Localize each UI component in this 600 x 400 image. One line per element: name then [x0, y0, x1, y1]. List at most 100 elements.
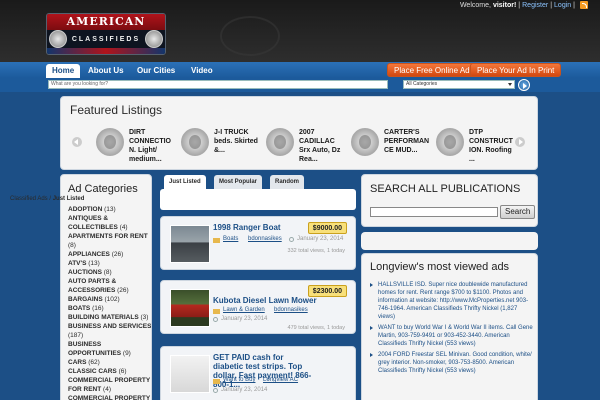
featured-item-title: CARTER'S PERFORMAN CE MUD... — [384, 129, 430, 154]
category-count: (13) — [104, 206, 116, 213]
nav-home[interactable]: Home — [46, 64, 81, 78]
category-item[interactable]: (8) — [68, 241, 151, 250]
category-select-value: All Categories — [406, 81, 438, 87]
nav-video[interactable]: Video — [185, 64, 219, 78]
category-item[interactable]: (187) — [68, 331, 151, 340]
category-select[interactable]: All Categories — [403, 80, 515, 89]
ad-title[interactable]: GET PAID cash for diabetic test strips. … — [213, 353, 313, 389]
ad-category[interactable]: Boats — [223, 236, 238, 242]
category-item[interactable]: BUSINESS AND SERVICES — [68, 322, 151, 331]
category-name: AUTO PARTS & — [68, 278, 117, 285]
featured-item-title: 2007 CADILLAC Srx Auto, Dz Rea... — [299, 129, 341, 163]
ad-title[interactable]: Kubota Diesel Lawn Mower — [213, 296, 317, 305]
featured-item[interactable]: J-I TRUCK beds. Skirted &... — [181, 128, 265, 164]
category-item[interactable]: BOATS (16) — [68, 304, 151, 313]
listing-tabs: Just Listed Most Popular Random — [164, 175, 354, 189]
category-count: (102) — [104, 296, 120, 303]
ad-thumbnail[interactable] — [170, 355, 210, 393]
category-item[interactable]: BARGAINS (102) — [68, 295, 151, 304]
featured-item[interactable]: CARTER'S PERFORMAN CE MUD... — [351, 128, 435, 164]
category-item[interactable]: ADOPTION (13) — [68, 205, 151, 214]
category-item[interactable]: CLASSIC CARS (6) — [68, 367, 151, 376]
prev-arrow-icon[interactable] — [72, 137, 82, 147]
category-item[interactable]: COMMERCIAL PROPERTY — [68, 394, 151, 400]
category-count: (26) — [111, 251, 124, 258]
category-item[interactable]: ATV'S (13) — [68, 259, 151, 268]
place-free-ad-button[interactable]: Place Free Online Ad — [387, 63, 477, 77]
register-link[interactable]: Register — [522, 2, 548, 9]
featured-thumbnail — [96, 128, 124, 156]
category-count: (26) — [117, 287, 129, 294]
category-name: AUCTIONS — [68, 269, 102, 276]
ad-card[interactable]: 1998 Ranger Boat $9000.00 Boats bdonnasi… — [160, 216, 356, 270]
search-go-button[interactable] — [518, 79, 530, 91]
ad-card[interactable]: GET PAID cash for diabetic test strips. … — [160, 346, 356, 400]
folder-icon — [213, 379, 220, 384]
category-item[interactable]: OPPORTUNITIES (9) — [68, 349, 151, 358]
folder-icon — [213, 309, 220, 314]
ad-category[interactable]: Want to Buy — [223, 377, 255, 383]
featured-item[interactable]: DIRT CONNECTIO N. Light/ medium... — [96, 128, 180, 164]
ad-title[interactable]: 1998 Ranger Boat — [213, 223, 281, 232]
featured-title: Featured Listings — [70, 103, 163, 117]
place-print-ad-button[interactable]: Place Your Ad In Print — [470, 63, 562, 77]
publications-search-button[interactable]: Search — [500, 205, 536, 219]
clock-icon — [289, 237, 294, 242]
ad-card[interactable]: $2300.00 Kubota Diesel Lawn Mower Lawn &… — [160, 280, 356, 334]
category-item[interactable]: ANTIQUES & — [68, 214, 151, 223]
featured-item-title: DTP CONSTRUCT ION. Roofing ... — [469, 129, 513, 163]
categories-title: Ad Categories — [68, 183, 138, 195]
ad-views: 332 total views, 1 today — [287, 248, 345, 254]
category-name: CLASSIC CARS — [68, 368, 117, 375]
most-viewed-item[interactable]: WANT to buy World War I & World War II i… — [370, 324, 534, 348]
ad-user[interactable]: Longview AC — [263, 377, 298, 383]
most-viewed-list: HALLSVILLE ISD. Super nice doublewide ma… — [370, 281, 534, 378]
category-item[interactable]: BUILDING MATERIALS (3) — [68, 313, 151, 322]
category-item[interactable]: COMMERCIAL PROPERTY — [68, 376, 151, 385]
ad-category[interactable]: Lawn & Garden — [223, 307, 265, 313]
most-viewed-item[interactable]: 2004 FORD Freestar SEL Minivan. Good con… — [370, 351, 534, 375]
ad-thumbnail[interactable] — [170, 225, 210, 263]
category-item[interactable]: APPLIANCES (26) — [68, 250, 151, 259]
header: Welcome, visitor! | Register | Login | A… — [0, 0, 600, 62]
category-item[interactable]: BUSINESS — [68, 340, 151, 349]
featured-item[interactable]: DTP CONSTRUCT ION. Roofing ... — [436, 128, 520, 164]
category-item[interactable]: APARTMENTS FOR RENT — [68, 232, 151, 241]
breadcrumb-current: Just Listed — [52, 196, 85, 202]
category-name: APARTMENTS FOR RENT — [68, 233, 148, 240]
featured-thumbnail — [436, 128, 464, 156]
tab-just-listed[interactable]: Just Listed — [164, 175, 206, 189]
search-publications-panel: SEARCH ALL PUBLICATIONS Search — [361, 174, 538, 227]
publications-title: SEARCH ALL PUBLICATIONS — [370, 183, 521, 195]
category-item[interactable]: ACCESSORIES (26) — [68, 286, 151, 295]
ad-date: January 23, 2014 — [221, 316, 268, 322]
category-count: (8) — [68, 242, 76, 249]
nav-our-cities[interactable]: Our Cities — [131, 64, 181, 78]
tab-most-popular[interactable]: Most Popular — [214, 175, 263, 189]
site-logo[interactable]: AMERICAN CLASSIFIEDS — [46, 13, 166, 55]
ad-user[interactable]: bdonnasikes — [274, 307, 308, 313]
category-item[interactable]: CARS (62) — [68, 358, 151, 367]
breadcrumb-root[interactable]: Classified Ads — [10, 196, 48, 202]
header-watermark — [220, 16, 280, 56]
chevron-down-icon — [508, 83, 512, 86]
featured-item-title: DIRT CONNECTIO N. Light/ medium... — [129, 129, 171, 163]
ad-user[interactable]: bdonnasikes — [248, 236, 282, 242]
featured-thumbnail — [181, 128, 209, 156]
featured-item[interactable]: 2007 CADILLAC Srx Auto, Dz Rea... — [266, 128, 350, 164]
most-viewed-item[interactable]: HALLSVILLE ISD. Super nice doublewide ma… — [370, 281, 534, 321]
category-item[interactable]: FOR RENT (4) — [68, 385, 151, 394]
publications-search-input[interactable] — [370, 207, 498, 217]
nav-about-us[interactable]: About Us — [82, 64, 130, 78]
category-item[interactable]: AUCTIONS (8) — [68, 268, 151, 277]
login-link[interactable]: Login — [554, 2, 571, 9]
tab-random[interactable]: Random — [270, 175, 304, 189]
ad-thumbnail[interactable] — [170, 289, 210, 327]
search-input[interactable]: What are you looking for? — [48, 80, 388, 89]
coin-icon — [49, 30, 68, 48]
rss-icon[interactable] — [580, 1, 588, 9]
category-item[interactable]: AUTO PARTS & — [68, 277, 151, 286]
category-item[interactable]: COLLECTIBLES (4) — [68, 223, 151, 232]
category-count: (9) — [122, 350, 131, 357]
category-name: COMMERCIAL PROPERTY — [68, 377, 151, 384]
